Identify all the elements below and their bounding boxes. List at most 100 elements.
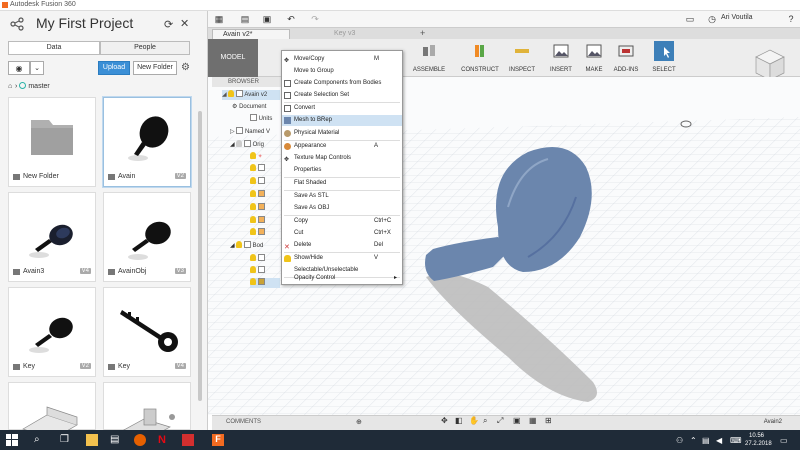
file-explorer-icon[interactable] (86, 434, 98, 446)
browser-row-axis[interactable] (250, 216, 265, 226)
display-settings-icon[interactable]: ▣ (513, 416, 521, 425)
viewports-icon[interactable]: ⊞ (545, 416, 552, 425)
zoom-icon[interactable]: ⌕ (483, 416, 487, 426)
fit-icon[interactable]: ⤢ (497, 416, 503, 426)
look-at-icon[interactable]: ◧ (455, 416, 463, 425)
insert-group[interactable]: INSERT (544, 39, 578, 77)
netflix-icon[interactable]: N (158, 434, 170, 446)
firefox-icon[interactable] (134, 434, 146, 446)
menu-item-delete[interactable]: ✕ Delete Del (282, 240, 402, 251)
file-card[interactable] (103, 382, 191, 430)
language-icon[interactable]: ⌨ (730, 436, 742, 445)
visibility-bulb-icon[interactable] (250, 152, 256, 159)
menu-item-create-selection-set[interactable]: Create Selection Set (282, 90, 402, 101)
menu-item-save-obj[interactable]: Save As OBJ (282, 203, 402, 214)
menu-item-show-hide[interactable]: Show/Hide V (282, 253, 402, 264)
browser-row-body[interactable] (250, 254, 265, 264)
browser-row-origin[interactable]: ◢ Orig (230, 140, 264, 150)
browser-row-mesh-selected[interactable] (250, 278, 280, 288)
browser-row-origin-point[interactable]: ✦ (250, 152, 263, 162)
clock-icon[interactable]: ◷ (705, 13, 719, 25)
task-view-icon[interactable]: ❐ (60, 434, 72, 446)
menu-item-texture-map[interactable]: ✥ Texture Map Controls (282, 153, 402, 164)
select-group[interactable]: SELECT (648, 39, 680, 77)
orbit-icon[interactable]: ✥ (441, 416, 448, 425)
browser-row-named-views[interactable]: ▷ Named V (230, 127, 270, 137)
file-card[interactable]: Key V2 (8, 287, 96, 377)
visibility-bulb-icon[interactable] (250, 278, 256, 285)
visibility-bulb-icon[interactable] (228, 90, 235, 97)
visibility-bulb-icon[interactable] (250, 190, 256, 197)
home-icon[interactable]: ⌂ (8, 82, 15, 92)
visibility-bulb-icon[interactable] (250, 177, 256, 184)
breadcrumb[interactable]: ⌂ › master (8, 82, 50, 92)
make-group[interactable]: MAKE (580, 39, 608, 77)
comments-toggle-icon[interactable]: ⊕ (356, 418, 362, 426)
addins-group[interactable]: ADD-INS (610, 39, 642, 77)
fusion-taskbar-icon[interactable]: F (212, 434, 224, 446)
browser-row-plane[interactable] (250, 164, 265, 174)
tray-expand-icon[interactable]: ⌃ (690, 436, 697, 445)
panel-scrollbar[interactable] (198, 111, 202, 401)
file-card[interactable] (8, 382, 96, 430)
people-icon[interactable]: ⚇ (676, 436, 683, 445)
user-menu[interactable]: Ari Voutila (721, 14, 753, 21)
refresh-icon[interactable]: ⟳ (164, 18, 173, 31)
file-menu-icon[interactable]: ▤ (238, 13, 252, 25)
visibility-bulb-icon[interactable] (236, 241, 243, 248)
tab-key[interactable]: Key v3 (324, 29, 414, 39)
menu-item-mesh-to-brep[interactable]: Mesh to BRep (282, 115, 402, 126)
save-icon[interactable]: ▣ (260, 13, 274, 25)
visibility-bulb-icon[interactable] (250, 266, 256, 273)
tab-data[interactable]: Data (8, 41, 100, 55)
visibility-bulb-icon[interactable] (250, 254, 256, 261)
undo-icon[interactable]: ↶ (284, 13, 298, 25)
menu-item-create-components[interactable]: Create Components from Bodies (282, 78, 402, 89)
tab-avain[interactable]: Avain v2* (212, 29, 290, 39)
menu-item-move-copy[interactable]: ✥ Move/Copy M (282, 54, 402, 65)
gear-icon[interactable]: ⚙ (181, 62, 190, 73)
new-folder-button[interactable]: New Folder (133, 61, 177, 75)
help-icon[interactable]: ? (784, 13, 798, 25)
grid-icon[interactable]: ▦ (212, 13, 226, 25)
file-card[interactable]: New Folder (8, 97, 96, 187)
inspect-group[interactable]: INSPECT (506, 39, 538, 77)
search-icon[interactable]: ⌕ (34, 434, 46, 446)
file-card[interactable]: Avain3 V4 (8, 192, 96, 282)
clock-time[interactable]: 10.56 (749, 433, 764, 439)
app-icon[interactable] (182, 434, 194, 446)
share-icon[interactable] (10, 17, 24, 31)
browser-row-body[interactable] (250, 266, 265, 276)
visibility-bulb-icon[interactable] (250, 228, 256, 235)
file-card[interactable]: Avain V2 (103, 97, 191, 187)
visibility-bulb-icon[interactable] (250, 203, 256, 210)
menu-item-properties[interactable]: Properties (282, 165, 402, 176)
network-icon[interactable]: ▤ (702, 436, 710, 445)
browser-row-document[interactable]: ⚙ Document (232, 102, 266, 112)
pan-icon[interactable]: ✋ (469, 416, 479, 425)
visibility-toggle[interactable]: ◉ (8, 61, 30, 75)
browser-row-axis[interactable] (250, 228, 265, 238)
upload-button[interactable]: Upload (98, 61, 130, 75)
store-icon[interactable]: ▤ (110, 434, 122, 446)
menu-item-save-stl[interactable]: Save As STL (282, 191, 402, 202)
windows-start-icon[interactable] (6, 434, 18, 446)
redo-icon[interactable]: ↷ (308, 13, 322, 25)
close-icon[interactable]: ✕ (180, 17, 189, 30)
menu-item-copy[interactable]: Copy Ctrl+C (282, 216, 402, 227)
clock-date[interactable]: 27.2.2018 (745, 441, 772, 447)
browser-row-plane[interactable] (250, 177, 265, 187)
visibility-bulb-icon[interactable] (236, 140, 243, 147)
notifications-icon[interactable]: ▭ (683, 13, 697, 25)
menu-item-move-to-group[interactable]: Move to Group (282, 66, 402, 77)
menu-item-appearance[interactable]: Appearance A (282, 141, 402, 152)
construct-group[interactable]: CONSTRUCT (456, 39, 504, 77)
menu-item-convert[interactable]: Convert (282, 103, 402, 114)
menu-item-flat-shaded[interactable]: Flat Shaded (282, 178, 402, 189)
grid-settings-icon[interactable]: ▦ (529, 416, 537, 425)
volume-icon[interactable]: ◀ (716, 436, 722, 445)
browser-row-axis[interactable] (250, 203, 265, 213)
visibility-bulb-icon[interactable] (250, 164, 256, 171)
tab-people[interactable]: People (100, 41, 190, 55)
menu-item-physical-material[interactable]: Physical Material (282, 128, 402, 139)
